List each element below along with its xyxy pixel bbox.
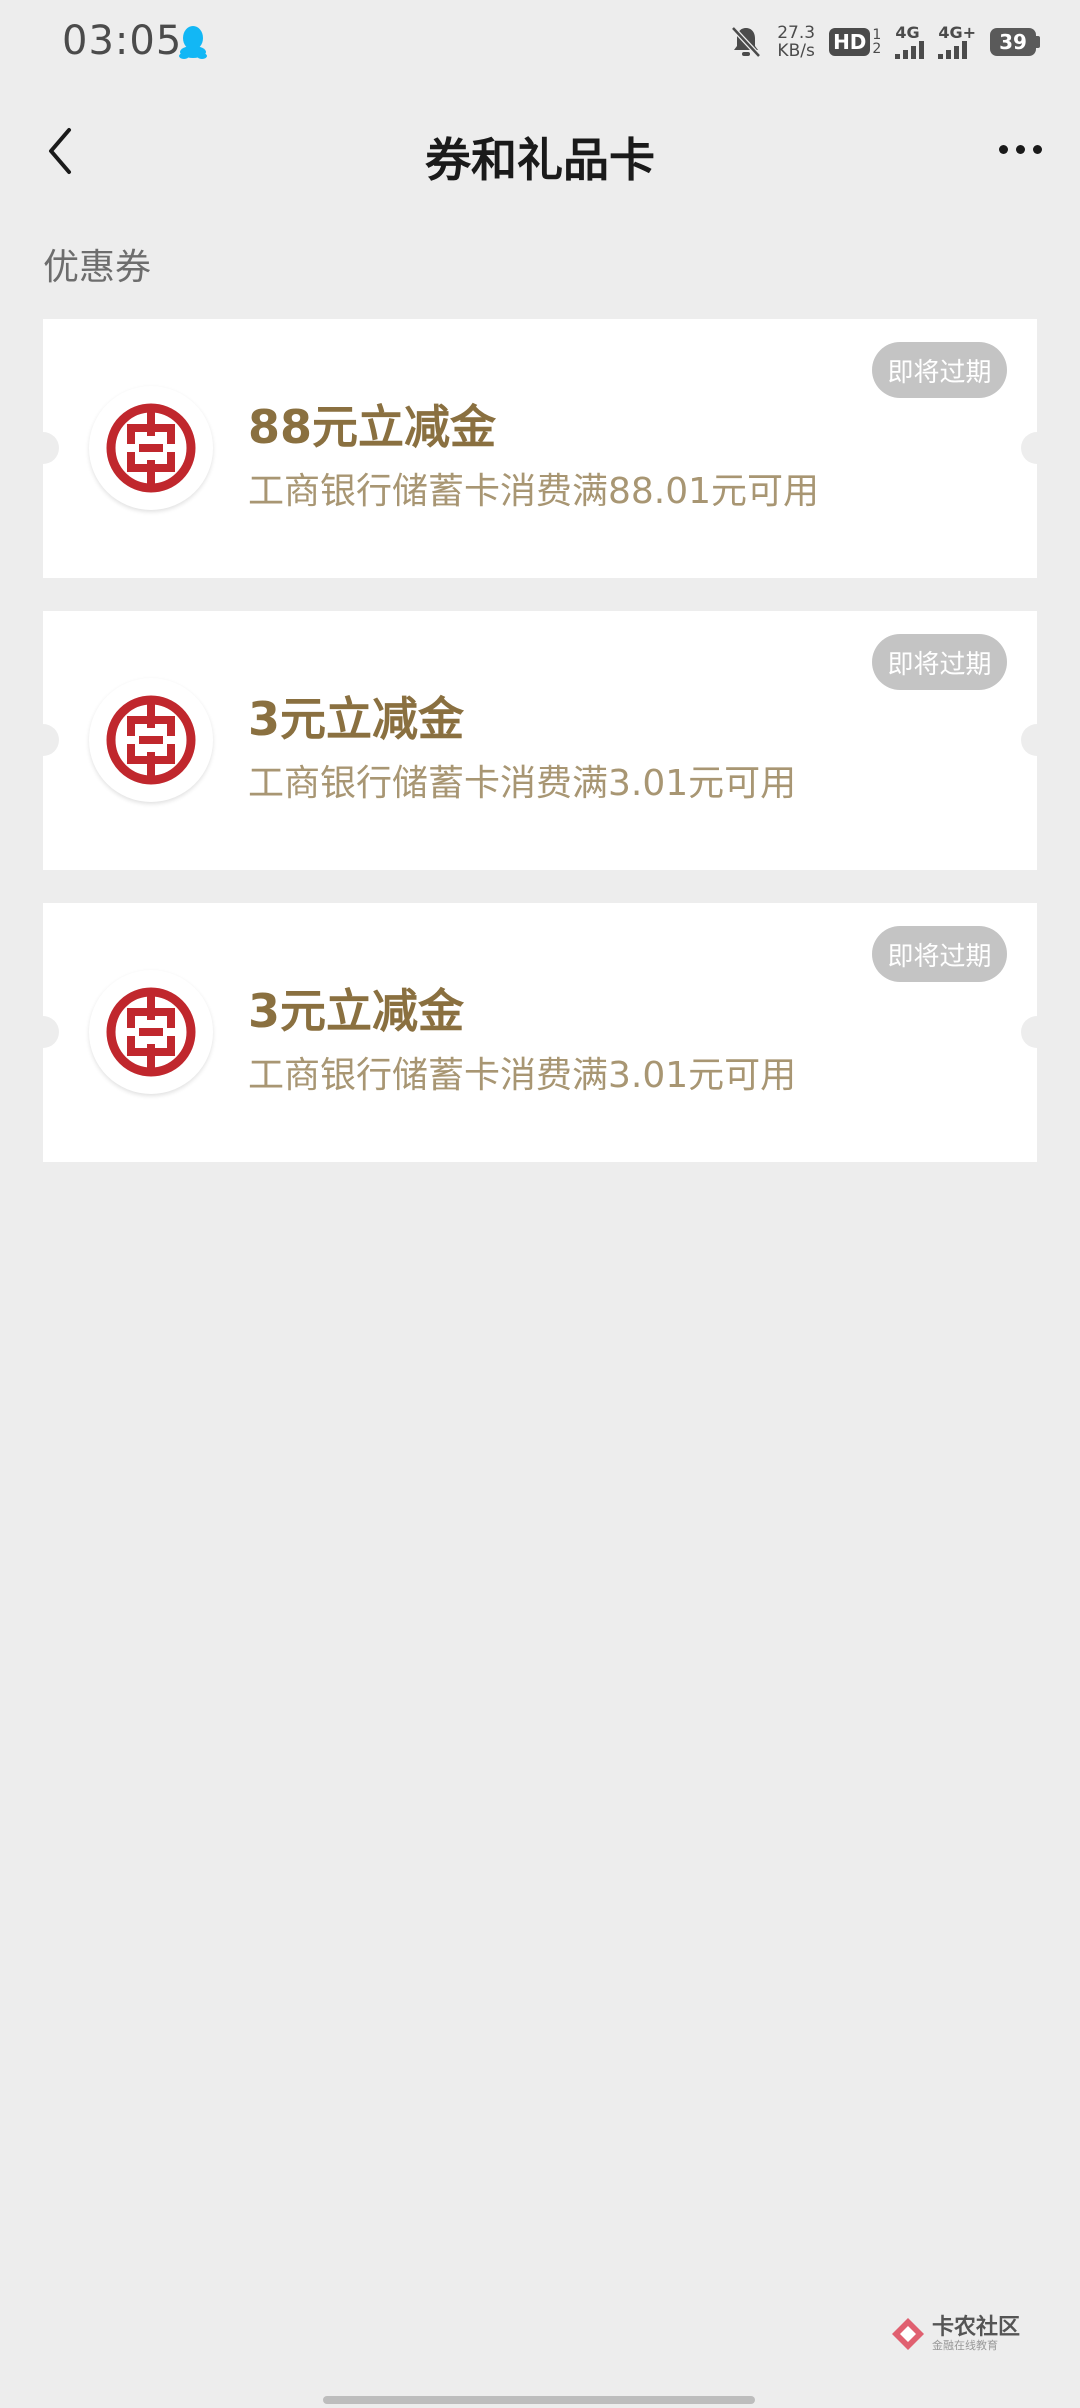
section-title: 优惠券 xyxy=(43,247,152,288)
home-indicator[interactable] xyxy=(323,2396,755,2404)
watermark-main: 卡农社区 xyxy=(931,2315,1020,2340)
coupon-name: 88元立减金 xyxy=(248,400,497,454)
battery-icon: 39 xyxy=(990,28,1040,56)
coupon-desc: 工商银行储蓄卡消费满88.01元可用 xyxy=(248,471,820,512)
more-dots-icon xyxy=(998,144,1008,154)
coupon-desc: 工商银行储蓄卡消费满3.01元可用 xyxy=(248,1055,797,1096)
hd-icon: HD 1 2 xyxy=(829,28,881,56)
sim1-label: 4G xyxy=(895,23,920,42)
expire-badge: 即将过期 xyxy=(872,634,1007,690)
coupon-list: 88元立减金 工商银行储蓄卡消费满88.01元可用 即将过期 3元立减金 工商银… xyxy=(43,319,1037,1195)
speed-value: 27.3 xyxy=(777,23,816,43)
expire-badge: 即将过期 xyxy=(872,342,1007,398)
coupon-card[interactable]: 3元立减金 工商银行储蓄卡消费满3.01元可用 即将过期 xyxy=(43,611,1037,870)
watermark: 卡农社区 金融在线教育 xyxy=(890,2316,1020,2352)
status-bar: 03:05 27.3 KB/s HD 1 2 4G 4G+ 39 xyxy=(0,0,1080,86)
speed-unit: KB/s xyxy=(777,41,815,61)
icbc-logo-icon xyxy=(89,970,213,1094)
icbc-logo-icon xyxy=(89,678,213,802)
qq-icon xyxy=(179,26,207,59)
page-title: 券和礼品卡 xyxy=(425,133,655,187)
coupon-desc: 工商银行储蓄卡消费满3.01元可用 xyxy=(248,763,797,804)
status-time: 03:05 xyxy=(62,18,183,64)
hd-sub: 2 xyxy=(872,41,882,57)
coupon-name: 3元立减金 xyxy=(248,984,465,1038)
icbc-logo-icon xyxy=(89,386,213,510)
expire-badge: 即将过期 xyxy=(872,926,1007,982)
hd-sup: 1 xyxy=(872,27,882,43)
nav-bar: 券和礼品卡 xyxy=(0,86,1080,216)
battery-level: 39 xyxy=(990,28,1036,56)
network-speed: 27.3 KB/s xyxy=(777,24,815,60)
hd-label: HD xyxy=(829,28,871,56)
kanong-logo-icon xyxy=(891,2318,924,2350)
signal-icon-sim1: 4G xyxy=(895,23,925,59)
mute-bell-icon xyxy=(731,26,762,58)
coupon-card[interactable]: 88元立减金 工商银行储蓄卡消费满88.01元可用 即将过期 xyxy=(43,319,1037,578)
watermark-sub: 金融在线教育 xyxy=(931,2339,998,2352)
coupon-card[interactable]: 3元立减金 工商银行储蓄卡消费满3.01元可用 即将过期 xyxy=(43,903,1037,1162)
sim2-label: 4G+ xyxy=(938,23,976,42)
more-button[interactable] xyxy=(988,124,1052,174)
coupon-name: 3元立减金 xyxy=(248,692,465,746)
signal-icon-sim2: 4G+ xyxy=(938,25,976,59)
